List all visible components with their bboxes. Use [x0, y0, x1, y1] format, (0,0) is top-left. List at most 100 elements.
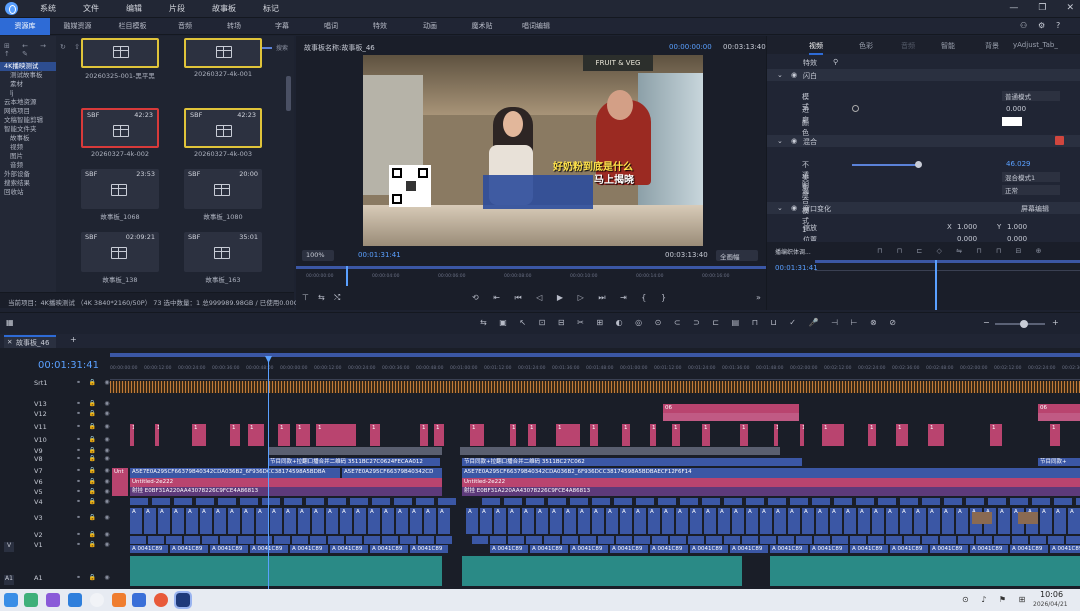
section-flash[interactable]: ⌄ ◉ 闪白 [767, 69, 1080, 81]
menu-marker[interactable]: 标记 [263, 3, 279, 14]
storyboard-thumb[interactable]: SBF 42:23 [81, 108, 159, 148]
timeline-playhead[interactable] [268, 356, 269, 589]
scale-x-value[interactable]: 1.000 [957, 223, 977, 231]
tree-item[interactable]: 回收站 [0, 188, 56, 197]
tree-item[interactable]: 文稿智能剪辑 [0, 116, 56, 125]
track-controls[interactable]: ⚭ 🔒 ◉ [76, 423, 113, 430]
timeline-clip[interactable] [274, 536, 290, 544]
timeline-clip[interactable] [130, 498, 148, 505]
zoom-in-icon[interactable]: + [1052, 318, 1059, 327]
timeline-clip[interactable] [928, 436, 944, 446]
timeline-clip[interactable] [508, 536, 524, 544]
timeline-clip[interactable] [470, 436, 484, 446]
timeline-clip[interactable]: A 0041C89 [370, 545, 408, 553]
tree-item[interactable]: 素材 [0, 80, 56, 89]
timeline-clip[interactable] [790, 498, 808, 505]
timeline-clip[interactable]: A [256, 508, 268, 534]
timeline-clip[interactable] [292, 536, 308, 544]
mini-ruler[interactable] [815, 270, 1080, 278]
section-window[interactable]: ⌄ ◉ 窗口变化 屏幕编辑 [767, 202, 1080, 214]
timeline-clip[interactable] [1050, 436, 1060, 446]
timeline-clip[interactable]: 节目同款+ [1038, 458, 1080, 466]
timeline-clip[interactable]: 射挂 E0BF31A220AA43078226C9FCE4A86813 [130, 487, 442, 496]
timeline-clip[interactable] [592, 498, 610, 505]
timeline-clip[interactable] [184, 536, 200, 544]
timeline-clip[interactable]: A [732, 508, 744, 534]
prop-tab[interactable]: 音频 [901, 41, 915, 51]
timeline-clip[interactable] [994, 536, 1010, 544]
timeline-clip[interactable] [130, 556, 442, 586]
timeline-clip[interactable]: A [578, 508, 590, 534]
store-icon[interactable] [112, 593, 126, 607]
timeline-clip[interactable] [868, 536, 884, 544]
eye-icon[interactable]: ◉ [791, 204, 797, 212]
keyframe-tools[interactable]: ⊓ ⊓ ⊏ ◇ ⇋ ⊓ ⊓ ⊟ ⊕ [877, 247, 1048, 255]
tree-item[interactable]: 音频 [0, 161, 56, 170]
track-controls[interactable]: ⚭ 🔒 ◉ [76, 478, 113, 485]
timeline-clip[interactable] [663, 413, 799, 421]
timeline-clip[interactable]: A [284, 508, 296, 534]
timeline-clip[interactable] [822, 436, 844, 446]
timeline-clip[interactable]: A 0041C89 [770, 545, 808, 553]
timeline-clip[interactable]: A [536, 508, 548, 534]
timeline-clip[interactable]: A [956, 508, 968, 534]
timeline-clip[interactable] [240, 498, 258, 505]
section-mix[interactable]: ⌄ ◉ 混合 [767, 135, 1080, 147]
tab-lyrics[interactable]: 唱词 [306, 21, 356, 31]
desktop-icon[interactable] [24, 593, 38, 607]
timeline-clip[interactable] [482, 498, 500, 505]
timeline-clip[interactable] [636, 498, 654, 505]
prop-tab[interactable]: 色彩 [859, 41, 873, 51]
timeline-clip[interactable]: A [690, 508, 702, 534]
storyboard-thumb[interactable] [81, 38, 159, 68]
tree-item[interactable]: 搜索结果 [0, 179, 56, 188]
timeline-clip[interactable] [192, 436, 206, 446]
timeline-clip[interactable] [832, 536, 848, 544]
timeline-clip[interactable]: A [410, 508, 422, 534]
zoom-select[interactable]: 100% [302, 250, 334, 261]
minimize-icon[interactable]: — [1009, 3, 1018, 13]
timeline-clip[interactable]: A [214, 508, 226, 534]
timeline-clip[interactable]: A [1054, 508, 1066, 534]
tab-animation[interactable]: 动画 [404, 21, 456, 31]
timeline-clip[interactable] [394, 498, 412, 505]
timeline-clip[interactable] [796, 536, 812, 544]
mix-select[interactable]: 混合模式1 [1002, 172, 1060, 182]
timeline-clip[interactable]: 1 [990, 424, 1002, 436]
timeline-clip[interactable]: 节目同款+拉翻口播合并二维码 3511BC27C0624FECAA012 [268, 458, 440, 466]
library-scrollbar[interactable] [286, 76, 291, 111]
timeline-clip[interactable]: A [522, 508, 534, 534]
menu-storyboard[interactable]: 故事板 [212, 3, 236, 14]
timeline-clip[interactable]: 1 [192, 424, 206, 436]
srt-track-strip[interactable] [110, 381, 1080, 393]
timeline-clip[interactable]: A [648, 508, 660, 534]
timeline-clip[interactable] [944, 498, 962, 505]
timeline-clip[interactable] [922, 498, 940, 505]
timeline-clip[interactable]: A [438, 508, 450, 534]
timeline-clip[interactable]: A [718, 508, 730, 534]
timeline-clip[interactable] [1076, 498, 1080, 505]
zoom-out-icon[interactable]: − [983, 318, 990, 327]
timeline-clip[interactable]: A 0041C89 [490, 545, 528, 553]
timeline-clip[interactable] [650, 436, 656, 446]
track-controls[interactable]: ⚭ 🔒 ◉ [76, 400, 113, 407]
timeline-clip[interactable]: 1 [155, 424, 159, 436]
timeline-clip[interactable]: 1 [622, 424, 630, 436]
tree-item[interactable]: lj [0, 89, 56, 98]
eye-icon[interactable]: ◉ [791, 71, 797, 79]
timeline-clip[interactable] [526, 498, 544, 505]
timeline-clip[interactable]: 1 [928, 424, 944, 436]
timeline-clip[interactable] [1048, 536, 1064, 544]
menu-file[interactable]: 文件 [83, 3, 99, 14]
timeline-clip[interactable]: A [662, 508, 674, 534]
prop-tab[interactable]: 智能 [941, 41, 955, 51]
close-icon[interactable]: ✕ [1066, 3, 1074, 13]
timeline-clip[interactable]: A [830, 508, 842, 534]
track-controls[interactable]: ⚭ 🔒 ◉ [76, 531, 113, 538]
timeline-clip[interactable] [196, 498, 214, 505]
timeline-clip[interactable]: A 0041C89 [170, 545, 208, 553]
settings-icon[interactable]: ⚙ [1038, 21, 1045, 30]
timeline-clip[interactable]: 06 [663, 404, 799, 413]
timeline-clip[interactable] [988, 498, 1006, 505]
timeline-clip[interactable] [774, 436, 778, 446]
